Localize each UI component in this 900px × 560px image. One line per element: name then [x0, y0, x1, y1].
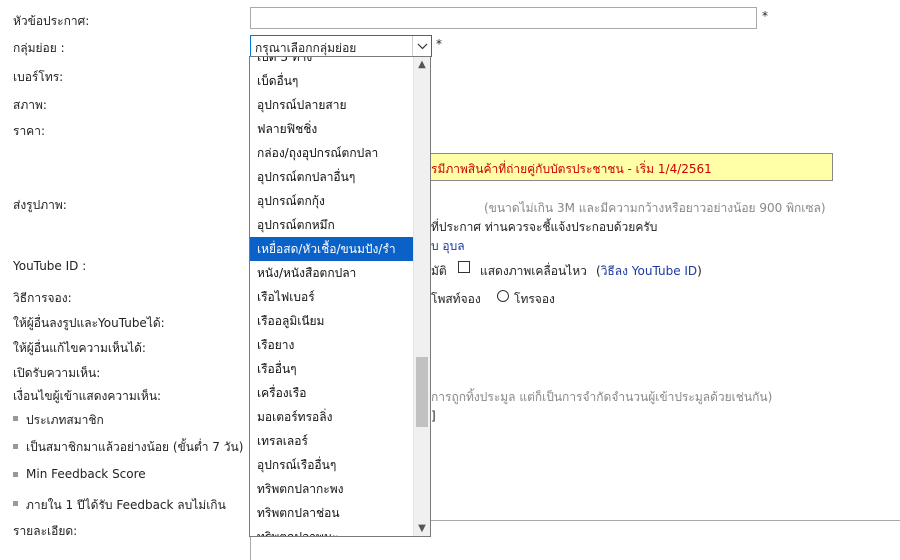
- subgroup-dropdown-list[interactable]: เบ็ด 3 ทาง เบ็ดอื่นๆ อุปกรณ์ปลายสาย ฟลายฟิ…: [249, 56, 431, 537]
- dropdown-option[interactable]: เรือยาง: [250, 333, 414, 357]
- dropdown-option[interactable]: อุปกรณ์ตกกุ้ง: [250, 189, 414, 213]
- dropdown-option[interactable]: เรือไฟเบอร์: [250, 285, 414, 309]
- required-mark: *: [762, 9, 768, 23]
- youtube-help: (วิธีลง YouTube ID): [596, 262, 702, 281]
- youtube-help-link[interactable]: วิธีลง YouTube ID: [601, 264, 697, 278]
- dropdown-option[interactable]: อุปกรณ์เรืออื่นๆ: [250, 453, 414, 477]
- dropdown-options: เบ็ด 3 ทาง เบ็ดอื่นๆ อุปกรณ์ปลายสาย ฟลายฟิ…: [250, 57, 414, 536]
- subject-input[interactable]: [250, 7, 757, 29]
- label-allow-upload: ให้ผู้อื่นลงรูปและYouTubeได้:: [13, 316, 165, 330]
- label-member-type: ประเภทสมาชิก: [26, 413, 104, 427]
- label-allow-edit: ให้ผู้อื่นแก้ไขความเห็นได้:: [13, 341, 146, 355]
- label-subgroup: กลุ่มย่อย :: [13, 41, 65, 55]
- subgroup-select[interactable]: กรุณาเลือกกลุ่มย่อย: [250, 35, 432, 57]
- dropdown-option[interactable]: ฟลายฟิชชิ่ง: [250, 117, 414, 141]
- dropdown-option[interactable]: เครื่องเรือ: [250, 381, 414, 405]
- label-min-days: เป็นสมาชิกมาแล้วอย่างน้อย (ขั้นต่ำ 7 วัน…: [26, 440, 244, 454]
- animate-label: แสดงภาพเคลื่อนไหว: [480, 264, 587, 278]
- dropdown-option[interactable]: อุปกรณ์ตกปลาอื่นๆ: [250, 165, 414, 189]
- dropdown-option[interactable]: เบ็ดอื่นๆ: [250, 69, 414, 93]
- dropdown-option[interactable]: หนัง/หนังสือตกปลา: [250, 261, 414, 285]
- required-mark: *: [436, 37, 442, 51]
- label-youtube: YouTube ID :: [13, 259, 87, 273]
- dropdown-option[interactable]: ทริพตกปลากะพง: [250, 477, 414, 501]
- animate-checkbox[interactable]: [458, 261, 470, 273]
- label-min-feedback: Min Feedback Score: [26, 467, 146, 481]
- upload-note: ที่ประกาศ ท่านควรจะชี้แจ้งประกอบด้วยครับ: [431, 220, 658, 234]
- dropdown-option[interactable]: ทริพตกปลาพมะ: [250, 525, 414, 536]
- dropdown-option[interactable]: เรืออื่นๆ: [250, 357, 414, 381]
- dropdown-option[interactable]: อุปกรณ์ตกหมึก: [250, 213, 414, 237]
- upload-hint: (ขนาดไม่เกิน 3M และมีความกว้างหรือยาวอย่…: [484, 201, 826, 215]
- label-details: รายละเอียด:: [13, 524, 78, 538]
- label-subject: หัวข้อประกาศ:: [13, 14, 90, 28]
- bracket-glyph: ]: [431, 409, 436, 423]
- dropdown-option[interactable]: มอเตอร์ทรอลิ่ง: [250, 405, 414, 429]
- label-neg-feedback: ภายใน 1 ปีได้รับ Feedback ลบไม่เกิน: [26, 498, 226, 512]
- label-open-comments: เปิดรับความเห็น:: [13, 366, 101, 380]
- label-comment-condition: เงื่อนไขผู้เข้าแสดงความเห็น:: [13, 389, 162, 403]
- scrollbar-thumb[interactable]: [416, 357, 428, 427]
- dropdown-option[interactable]: เทรลเลอร์: [250, 429, 414, 453]
- booking-post-label: โพสท์จอง: [431, 292, 481, 306]
- comment-hint: การถูกทิ้งประมูล แต่ก็เป็นการจำกัดจำนวนผ…: [431, 390, 773, 404]
- notice-text: รมีภาพสินค้าที่ถ่ายคู่กับบัตรประชาชน - เ…: [431, 162, 712, 176]
- youtube-help-close: ): [697, 264, 702, 278]
- dropdown-option[interactable]: เรืออลูมิเนียม: [250, 309, 414, 333]
- label-price: ราคา:: [13, 124, 45, 138]
- youtube-auto-text: มัติ: [431, 264, 447, 278]
- dropdown-option[interactable]: กล่อง/ถุงอุปกรณ์ตกปลา: [250, 141, 414, 165]
- dropdown-option[interactable]: ทริพตกปลาช่อน: [250, 501, 414, 525]
- chevron-down-icon: [412, 36, 432, 56]
- label-condition: สภาพ:: [13, 98, 47, 112]
- scroll-down-icon[interactable]: ▼: [414, 523, 430, 534]
- dropdown-option[interactable]: เหยื่อสด/หัวเชื้อ/ขนมปัง/รำ: [250, 237, 414, 261]
- dropdown-scrollbar[interactable]: ▲ ▼: [413, 57, 430, 536]
- bullet-icon: [13, 416, 18, 421]
- label-phone: เบอร์โทร:: [13, 70, 64, 84]
- dropdown-option[interactable]: อุปกรณ์ปลายสาย: [250, 93, 414, 117]
- bullet-icon: [13, 472, 18, 477]
- upload-link[interactable]: บ อุบล: [431, 237, 465, 256]
- dropdown-option-partial[interactable]: เบ็ด 3 ทาง: [250, 57, 414, 69]
- booking-phone-radio[interactable]: [497, 290, 509, 302]
- label-booking: วิธีการจอง:: [13, 291, 72, 305]
- booking-phone-label: โทรจอง: [514, 292, 555, 306]
- label-upload: ส่งรูปภาพ:: [13, 198, 67, 212]
- scroll-up-icon[interactable]: ▲: [414, 59, 430, 70]
- bullet-icon: [13, 444, 18, 449]
- bullet-icon: [13, 501, 18, 506]
